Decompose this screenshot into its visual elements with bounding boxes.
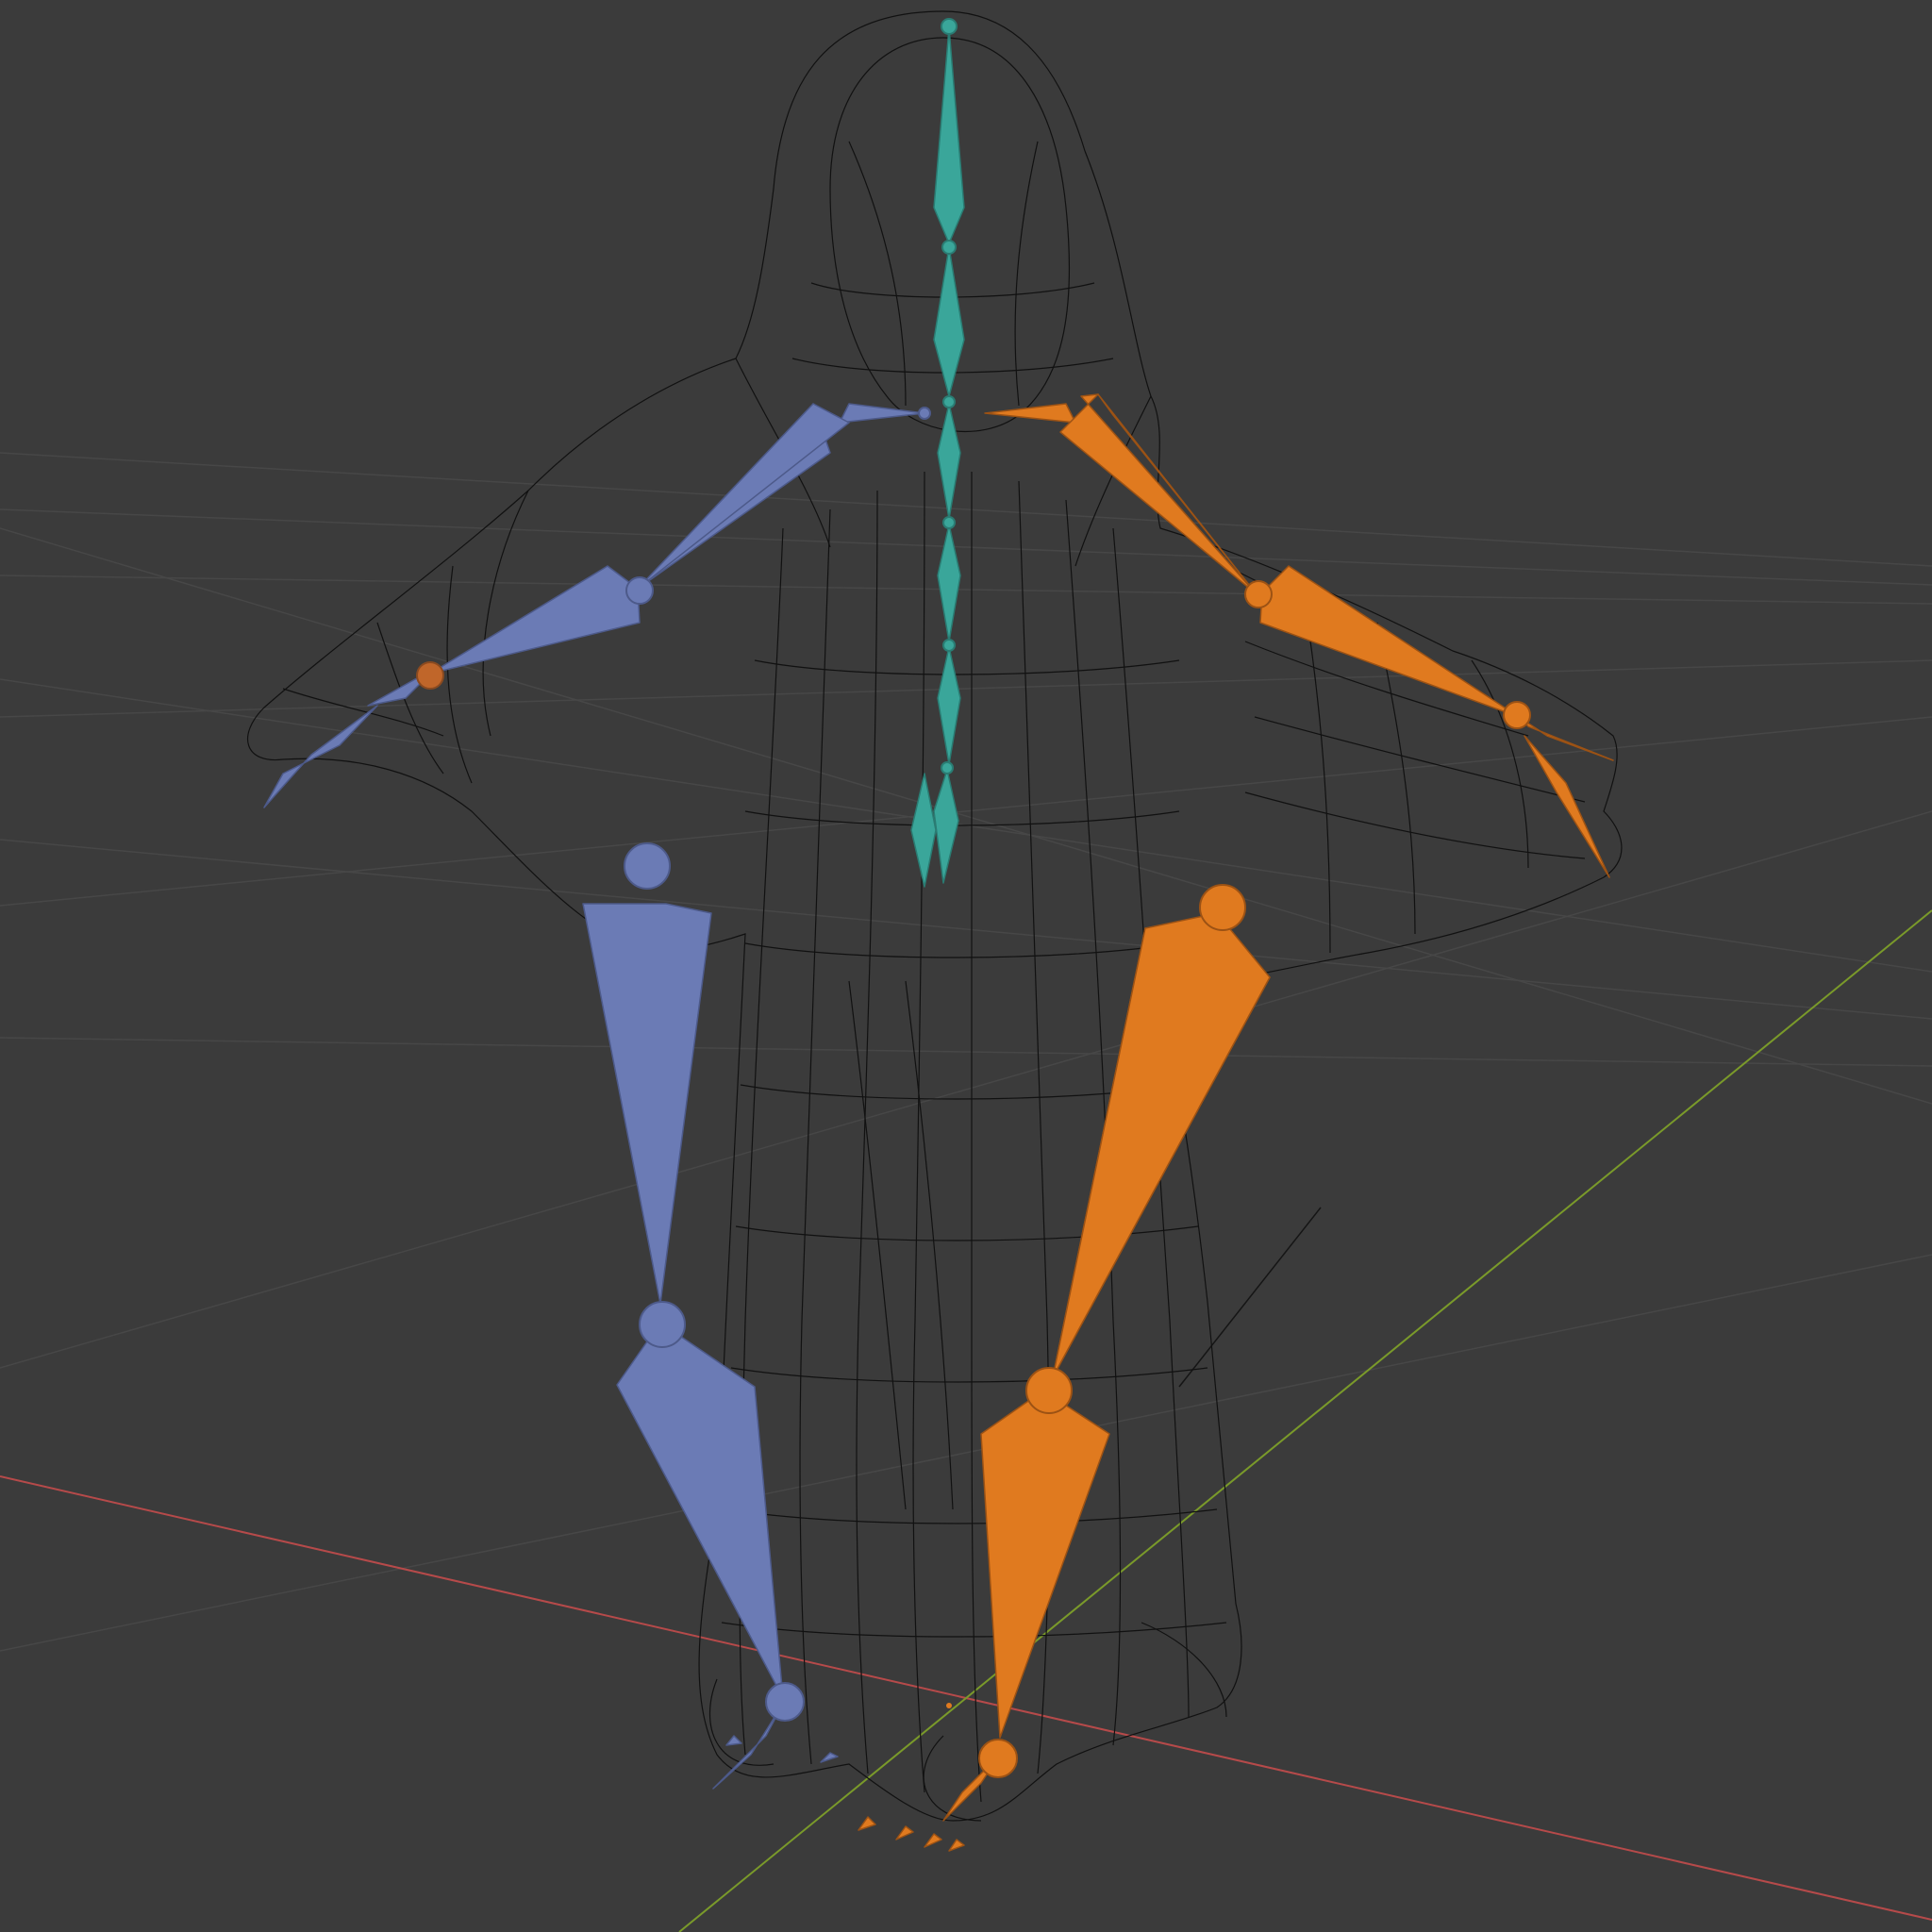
3d-viewport[interactable]	[0, 0, 1932, 1932]
bone-spine-2	[937, 524, 961, 642]
joint-right-ankle	[978, 1739, 1018, 1778]
joint-right-elbow	[1244, 580, 1273, 608]
bone-tail	[910, 773, 937, 888]
bone-right-thigh-b	[1052, 912, 1271, 1378]
gizmo-line	[1178, 1207, 1322, 1388]
bone-right-toe-4	[948, 1839, 965, 1852]
joint-left-shoulder	[918, 407, 931, 420]
mesh-wireframe[interactable]	[247, 10, 1623, 1822]
bone-right-toe-2	[895, 1825, 914, 1840]
bone-left-toe-2	[820, 1752, 839, 1763]
bone-left-thigh	[582, 903, 712, 1305]
bone-right-shin	[980, 1390, 1110, 1739]
bone-left-fingers	[263, 705, 378, 808]
joint-right-hip	[1199, 884, 1246, 931]
bone-spine-1	[937, 403, 961, 520]
joint-spine-4	[941, 761, 954, 774]
joint-spine-3	[942, 639, 956, 652]
bone-left-upper-arm-b	[637, 403, 850, 590]
bone-left-clavicle	[839, 403, 925, 424]
joint-right-knee	[1025, 1367, 1073, 1414]
origin-marker	[946, 1703, 952, 1708]
bone-right-toe-1	[858, 1816, 876, 1831]
bone-left-toe-1	[725, 1735, 742, 1746]
joint-left-ankle	[765, 1682, 805, 1722]
left-bone-chain[interactable]	[263, 403, 931, 1790]
bone-right-fingers	[1524, 735, 1610, 878]
bone-spine-3	[937, 646, 961, 765]
joint-left-elbow	[625, 576, 654, 605]
joint-left-knee	[639, 1301, 686, 1348]
bone-right-toe-3	[924, 1833, 942, 1848]
joint-spine-1	[942, 395, 956, 408]
joint-right-wrist	[1503, 701, 1531, 729]
joint-neck	[941, 240, 957, 255]
bone-right-clavicle	[984, 403, 1076, 424]
bone-right-hand	[1518, 716, 1614, 761]
center-bone-chain[interactable]	[910, 18, 965, 888]
bone-right-upper-arm-b	[1097, 393, 1257, 595]
floor-grid	[0, 452, 1932, 1652]
bone-right-forearm	[1259, 565, 1520, 718]
bone-spine-4	[933, 769, 959, 884]
joint-head-top	[941, 18, 958, 35]
joint-left-wrist	[416, 661, 444, 690]
joint-left-hip	[624, 842, 671, 890]
joint-spine-2	[942, 516, 956, 529]
bone-neck	[933, 246, 965, 397]
bone-head	[933, 27, 965, 244]
scene-canvas[interactable]	[0, 0, 1932, 1932]
